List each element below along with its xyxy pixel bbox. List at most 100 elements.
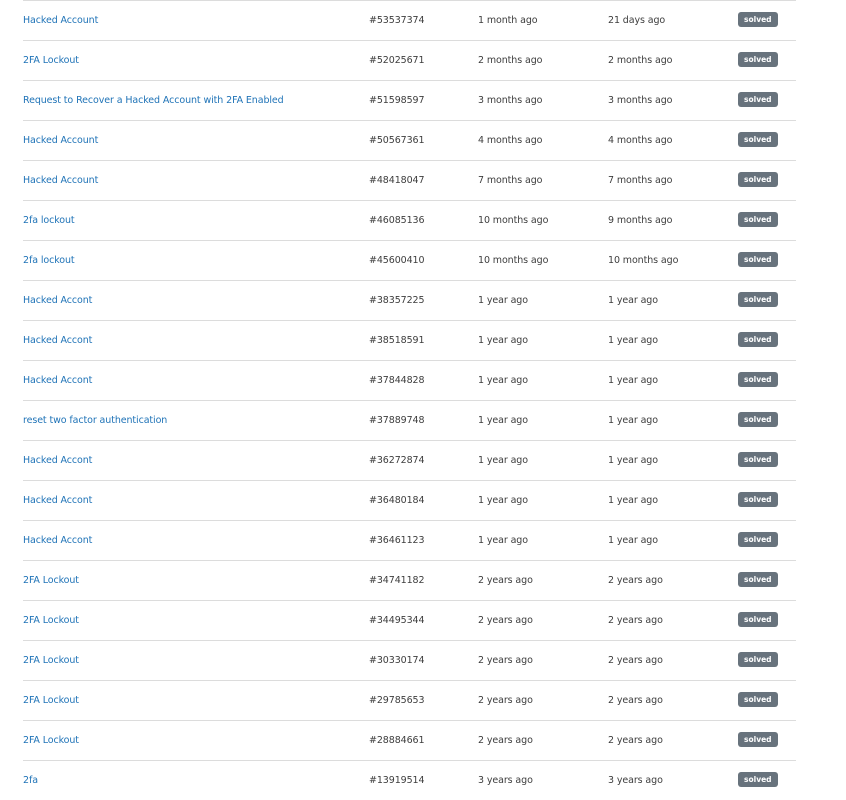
request-subject-link[interactable]: Hacked Accont	[23, 454, 92, 468]
table-row: 2FA Lockout #34495344 2 years ago 2 year…	[23, 600, 796, 640]
request-id: #37889748	[369, 415, 425, 426]
request-subject-link[interactable]: 2FA Lockout	[23, 574, 79, 588]
table-row: Hacked Accont #38357225 1 year ago 1 yea…	[23, 280, 796, 320]
request-subject-link[interactable]: 2FA Lockout	[23, 654, 79, 668]
updated-date: 21 days ago	[608, 15, 666, 26]
request-subject-link[interactable]: reset two factor authentication	[23, 414, 167, 428]
request-subject-link[interactable]: 2fa lockout	[23, 214, 75, 228]
status-badge: solved	[738, 292, 778, 307]
request-id: #37844828	[369, 375, 425, 386]
updated-date: 2 years ago	[608, 575, 663, 586]
request-id: #46085136	[369, 215, 425, 226]
status-badge: solved	[738, 52, 778, 67]
created-date: 2 years ago	[478, 695, 533, 706]
updated-date: 2 years ago	[608, 695, 663, 706]
request-id: #38357225	[369, 295, 425, 306]
request-subject-link[interactable]: Hacked Account	[23, 14, 98, 28]
created-date: 1 year ago	[478, 415, 528, 426]
request-subject-link[interactable]: Request to Recover a Hacked Account with…	[23, 94, 284, 108]
status-badge: solved	[738, 212, 778, 227]
created-date: 2 years ago	[478, 615, 533, 626]
updated-date: 2 years ago	[608, 655, 663, 666]
status-badge: solved	[738, 492, 778, 507]
updated-date: 2 years ago	[608, 615, 663, 626]
table-row: Hacked Accont #36480184 1 year ago 1 yea…	[23, 480, 796, 520]
updated-date: 1 year ago	[608, 495, 658, 506]
table-row: Hacked Account #48418047 7 months ago 7 …	[23, 160, 796, 200]
request-id: #36461123	[369, 535, 425, 546]
table-row: Hacked Account #50567361 4 months ago 4 …	[23, 120, 796, 160]
created-date: 7 months ago	[478, 175, 543, 186]
created-date: 2 months ago	[478, 55, 543, 66]
created-date: 2 years ago	[478, 735, 533, 746]
status-badge: solved	[738, 532, 778, 547]
created-date: 1 year ago	[478, 375, 528, 386]
created-date: 1 month ago	[478, 15, 538, 26]
request-subject-link[interactable]: Hacked Accont	[23, 334, 92, 348]
request-subject-link[interactable]: 2FA Lockout	[23, 734, 79, 748]
updated-date: 7 months ago	[608, 175, 673, 186]
request-id: #45600410	[369, 255, 425, 266]
created-date: 4 months ago	[478, 135, 543, 146]
created-date: 1 year ago	[478, 455, 528, 466]
updated-date: 2 months ago	[608, 55, 673, 66]
request-subject-link[interactable]: 2fa lockout	[23, 254, 75, 268]
request-id: #30330174	[369, 655, 425, 666]
updated-date: 2 years ago	[608, 735, 663, 746]
status-badge: solved	[738, 132, 778, 147]
created-date: 1 year ago	[478, 295, 528, 306]
created-date: 3 months ago	[478, 95, 543, 106]
request-subject-link[interactable]: Hacked Accont	[23, 534, 92, 548]
request-subject-link[interactable]: Hacked Account	[23, 174, 98, 188]
updated-date: 3 years ago	[608, 775, 663, 786]
updated-date: 1 year ago	[608, 335, 658, 346]
created-date: 1 year ago	[478, 495, 528, 506]
request-subject-link[interactable]: Hacked Accont	[23, 374, 92, 388]
request-subject-link[interactable]: Hacked Accont	[23, 494, 92, 508]
created-date: 2 years ago	[478, 655, 533, 666]
request-id: #38518591	[369, 335, 425, 346]
status-badge: solved	[738, 452, 778, 467]
status-badge: solved	[738, 572, 778, 587]
created-date: 1 year ago	[478, 535, 528, 546]
request-subject-link[interactable]: 2fa	[23, 774, 38, 788]
updated-date: 3 months ago	[608, 95, 673, 106]
updated-date: 4 months ago	[608, 135, 673, 146]
request-id: #52025671	[369, 55, 425, 66]
table-row: 2fa #13919514 3 years ago 3 years ago so…	[23, 760, 796, 800]
requests-table: Hacked Account #53537374 1 month ago 21 …	[23, 0, 796, 800]
status-badge: solved	[738, 732, 778, 747]
request-subject-link[interactable]: 2FA Lockout	[23, 694, 79, 708]
request-id: #36272874	[369, 455, 425, 466]
status-badge: solved	[738, 652, 778, 667]
request-subject-link[interactable]: 2FA Lockout	[23, 614, 79, 628]
status-badge: solved	[738, 372, 778, 387]
updated-date: 10 months ago	[608, 255, 679, 266]
request-id: #34495344	[369, 615, 425, 626]
table-row: Hacked Accont #36272874 1 year ago 1 yea…	[23, 440, 796, 480]
table-row: Hacked Accont #38518591 1 year ago 1 yea…	[23, 320, 796, 360]
updated-date: 1 year ago	[608, 295, 658, 306]
request-subject-link[interactable]: Hacked Accont	[23, 294, 92, 308]
status-badge: solved	[738, 412, 778, 427]
table-row: 2FA Lockout #28884661 2 years ago 2 year…	[23, 720, 796, 760]
updated-date: 1 year ago	[608, 375, 658, 386]
status-badge: solved	[738, 12, 778, 27]
status-badge: solved	[738, 332, 778, 347]
request-subject-link[interactable]: Hacked Account	[23, 134, 98, 148]
request-id: #36480184	[369, 495, 425, 506]
table-row: Hacked Account #53537374 1 month ago 21 …	[23, 0, 796, 40]
request-subject-link[interactable]: 2FA Lockout	[23, 54, 79, 68]
updated-date: 1 year ago	[608, 455, 658, 466]
table-row: 2fa lockout #45600410 10 months ago 10 m…	[23, 240, 796, 280]
request-id: #29785653	[369, 695, 425, 706]
request-id: #53537374	[369, 15, 425, 26]
updated-date: 9 months ago	[608, 215, 673, 226]
updated-date: 1 year ago	[608, 535, 658, 546]
status-badge: solved	[738, 692, 778, 707]
status-badge: solved	[738, 612, 778, 627]
status-badge: solved	[738, 772, 778, 787]
request-id: #34741182	[369, 575, 425, 586]
table-row: 2FA Lockout #29785653 2 years ago 2 year…	[23, 680, 796, 720]
table-row: reset two factor authentication #3788974…	[23, 400, 796, 440]
